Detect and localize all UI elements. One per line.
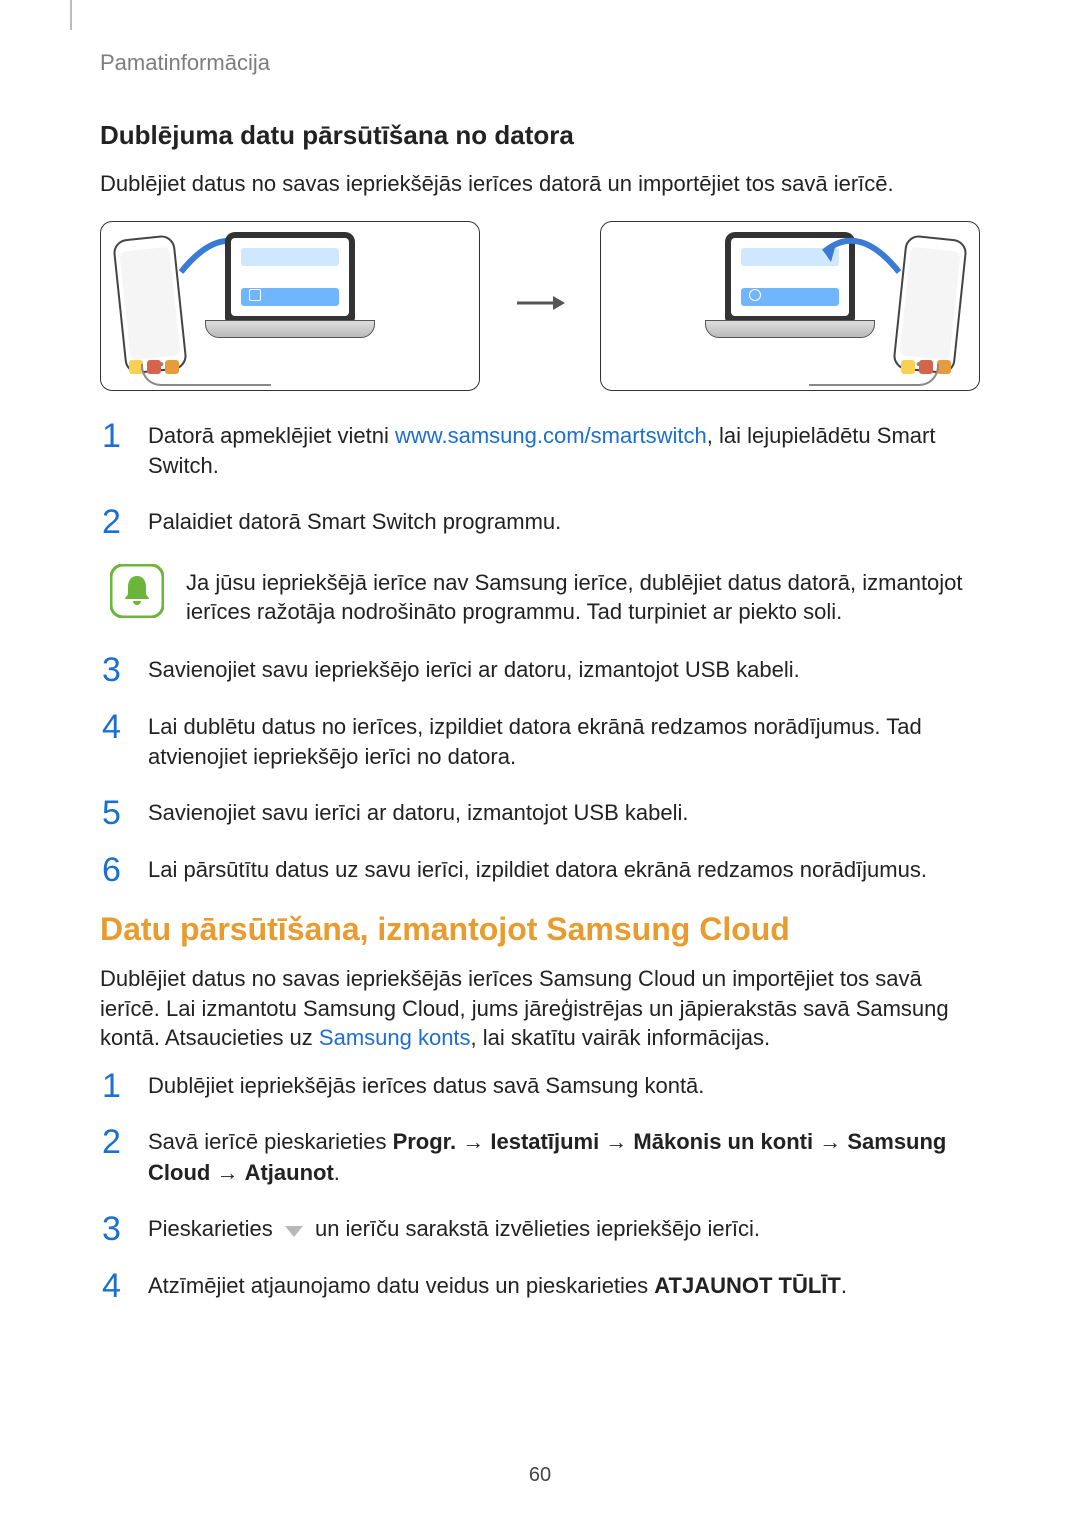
note-block: Ja jūsu iepriekšējā ierīce nav Samsung i… — [100, 564, 980, 627]
step-number: 2 — [102, 499, 121, 546]
step-number: 3 — [102, 647, 121, 694]
step-text: Dublējiet iepriekšējās ierīces datus sav… — [148, 1073, 704, 1098]
step-4: 4 Lai dublētu datus no ierīces, izpildie… — [100, 712, 980, 773]
page-number: 60 — [0, 1464, 1080, 1487]
path-iestatijumi: Iestatījumi — [490, 1129, 599, 1154]
path-makonis: Mākonis un konti — [633, 1129, 813, 1154]
step-text-pre: Pieskarieties — [148, 1216, 279, 1241]
usb-cable-icon — [809, 364, 939, 386]
step-number: 1 — [102, 1063, 121, 1110]
step-number: 6 — [102, 847, 121, 894]
backup-pc-intro: Dublējiet datus no savas iepriekšējās ie… — [100, 169, 980, 199]
cloud-steps: 1 Dublējiet iepriekšējās ierīces datus s… — [100, 1071, 980, 1302]
backup-pc-heading: Dublējuma datu pārsūtīšana no datora — [100, 120, 980, 151]
usb-cable-icon — [141, 364, 271, 386]
figure-backup — [100, 221, 480, 391]
step-2: 2 Savā ierīcē pieskarieties Progr. → Ies… — [100, 1127, 980, 1188]
step-2: 2 Palaidiet datorā Smart Switch programm… — [100, 507, 980, 537]
step-5: 5 Savienojiet savu ierīci ar datoru, izm… — [100, 798, 980, 828]
samsung-konts-link[interactable]: Samsung konts — [319, 1025, 471, 1050]
samsung-cloud-heading: Datu pārsūtīšana, izmantojot Samsung Clo… — [100, 911, 980, 948]
restore-now-label: ATJAUNOT TŪLĪT — [654, 1273, 841, 1298]
step-text-post: un ierīču sarakstā izvēlieties iepriekšē… — [309, 1216, 760, 1241]
step-text: Lai dublētu datus no ierīces, izpildiet … — [148, 714, 922, 769]
arrow: → — [210, 1160, 244, 1185]
path-progr: Progr. — [393, 1129, 457, 1154]
smartswitch-link[interactable]: www.samsung.com/smartswitch — [395, 423, 707, 448]
step-3: 3 Savienojiet savu iepriekšējo ierīci ar… — [100, 655, 980, 685]
arrow: → — [599, 1129, 633, 1154]
backup-pc-steps: 1 Datorā apmeklējiet vietni www.samsung.… — [100, 421, 980, 538]
step-number: 5 — [102, 790, 121, 837]
step-1: 1 Dublējiet iepriekšējās ierīces datus s… — [100, 1071, 980, 1101]
step-text: Savienojiet savu iepriekšējo ierīci ar d… — [148, 657, 800, 682]
step-text-pre: Datorā apmeklējiet vietni — [148, 423, 395, 448]
step-number: 4 — [102, 1263, 121, 1310]
step-text: Palaidiet datorā Smart Switch programmu. — [148, 509, 561, 534]
header-rule — [70, 0, 72, 30]
step-number: 4 — [102, 704, 121, 751]
breadcrumb: Pamatinformācija — [100, 50, 270, 76]
step-1: 1 Datorā apmeklējiet vietni www.samsung.… — [100, 421, 980, 482]
step-6: 6 Lai pārsūtītu datus uz savu ierīci, iz… — [100, 855, 980, 885]
new-phone-icon — [892, 234, 968, 375]
samsung-cloud-intro: Dublējiet datus no savas iepriekšējās ie… — [100, 964, 980, 1053]
dot: . — [334, 1160, 340, 1185]
step-number: 3 — [102, 1206, 121, 1253]
step-text-post: . — [841, 1273, 847, 1298]
step-text: Savienojiet savu ierīci ar datoru, izman… — [148, 800, 688, 825]
arrow-right-icon — [510, 288, 570, 323]
laptop-icon — [205, 232, 375, 382]
curve-arrow-icon — [814, 232, 904, 282]
step-3: 3 Pieskarieties un ierīču sarakstā izvēl… — [100, 1214, 980, 1245]
backup-pc-steps-cont: 3 Savienojiet savu iepriekšējo ierīci ar… — [100, 655, 980, 885]
step-text-pre: Savā ierīcē pieskarieties — [148, 1129, 393, 1154]
step-number: 1 — [102, 413, 121, 460]
path-atjaunot: Atjaunot — [245, 1160, 334, 1185]
step-text: Lai pārsūtītu datus uz savu ierīci, izpi… — [148, 857, 927, 882]
figure-restore — [600, 221, 980, 391]
intro-post: , lai skatītu vairāk informācijas. — [471, 1025, 771, 1050]
step-number: 2 — [102, 1119, 121, 1166]
note-text: Ja jūsu iepriekšējā ierīce nav Samsung i… — [186, 564, 980, 627]
arrow: → — [456, 1129, 490, 1154]
step-text-pre: Atzīmējiet atjaunojamo datu veidus un pi… — [148, 1273, 654, 1298]
arrow: → — [813, 1129, 847, 1154]
step-4: 4 Atzīmējiet atjaunojamo datu veidus un … — [100, 1271, 980, 1301]
note-bell-icon — [110, 564, 164, 618]
dropdown-caret-icon — [283, 1215, 305, 1245]
figure-transfer — [100, 221, 980, 391]
